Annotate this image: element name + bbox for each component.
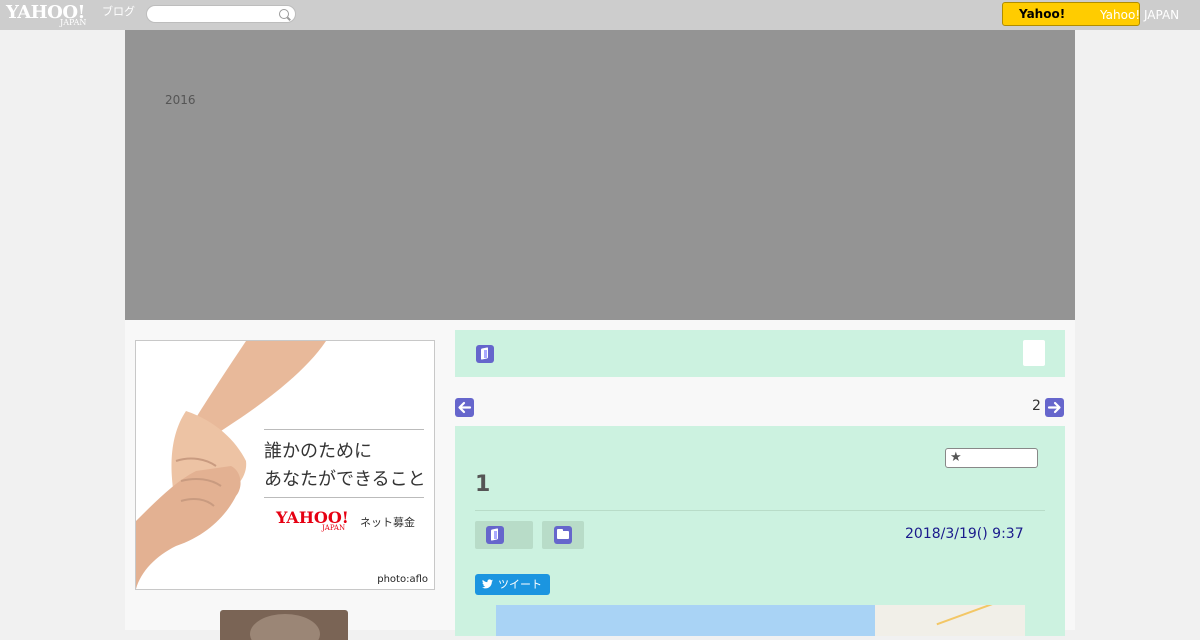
logo-blog-text: ブログ [102,5,135,18]
embedded-map[interactable] [496,605,1025,636]
top-bar: YAHOO! JAPAN ブログ Yahoo! Yahoo! JAPAN [0,0,1200,30]
next-post-button[interactable] [1045,398,1064,417]
yahoo-japan-link[interactable]: Yahoo! JAPAN [1100,7,1179,23]
book-category-button[interactable] [475,521,533,549]
ad-headline-1: 誰かのために [264,441,372,462]
donation-ad-banner[interactable]: 誰かのために あなたができること YAHOO! JAPAN ネット募金 phot… [135,340,435,590]
tweet-label: ツイート [498,578,542,591]
logo-sub-text: JAPAN [60,18,87,27]
ad-yahoo-logo-sub: JAPAN [322,524,346,532]
ad-service-name: ネット募金 [360,516,415,529]
favorite-button[interactable]: ★ [945,448,1038,468]
prev-post-button[interactable] [455,398,474,417]
header-year: 2016 [165,93,196,107]
search-box[interactable] [146,5,296,23]
ad-headline-2: あなたができること [264,469,426,490]
search-icon[interactable] [279,9,289,19]
panel-menu-button[interactable] [1023,340,1045,366]
arrow-left-icon [458,401,472,414]
ad-photo-credit: photo:aflo [377,574,428,585]
search-input[interactable] [155,7,279,23]
folder-category-button[interactable] [542,521,584,549]
ad-divider-top [264,429,424,430]
arrow-right-icon [1047,401,1061,414]
book-icon [486,526,504,544]
twitter-bird-icon [482,579,493,589]
folder-icon [554,526,572,544]
blog-header: 2016 [125,30,1075,320]
post-divider [475,510,1045,511]
yahoo-blog-logo[interactable]: YAHOO! JAPAN ブログ [6,3,140,28]
post-date: 2018/3/19() 9:37 [905,526,1024,542]
profile-avatar[interactable] [220,610,348,640]
book-icon[interactable] [476,345,494,363]
ad-divider-bottom [264,497,424,498]
next-post-number[interactable]: 2 [1032,398,1041,414]
blog-post: ★ 1 2018/3/19() 9:37 ツイート [455,426,1065,636]
post-navigation: 2 [455,396,1065,418]
content-area: 誰かのために あなたができること YAHOO! JAPAN ネット募金 phot… [125,320,1075,640]
star-icon: ★ [950,450,962,465]
tweet-button[interactable]: ツイート [475,574,550,595]
blog-info-panel [455,330,1065,377]
post-title: 1 [475,472,491,497]
